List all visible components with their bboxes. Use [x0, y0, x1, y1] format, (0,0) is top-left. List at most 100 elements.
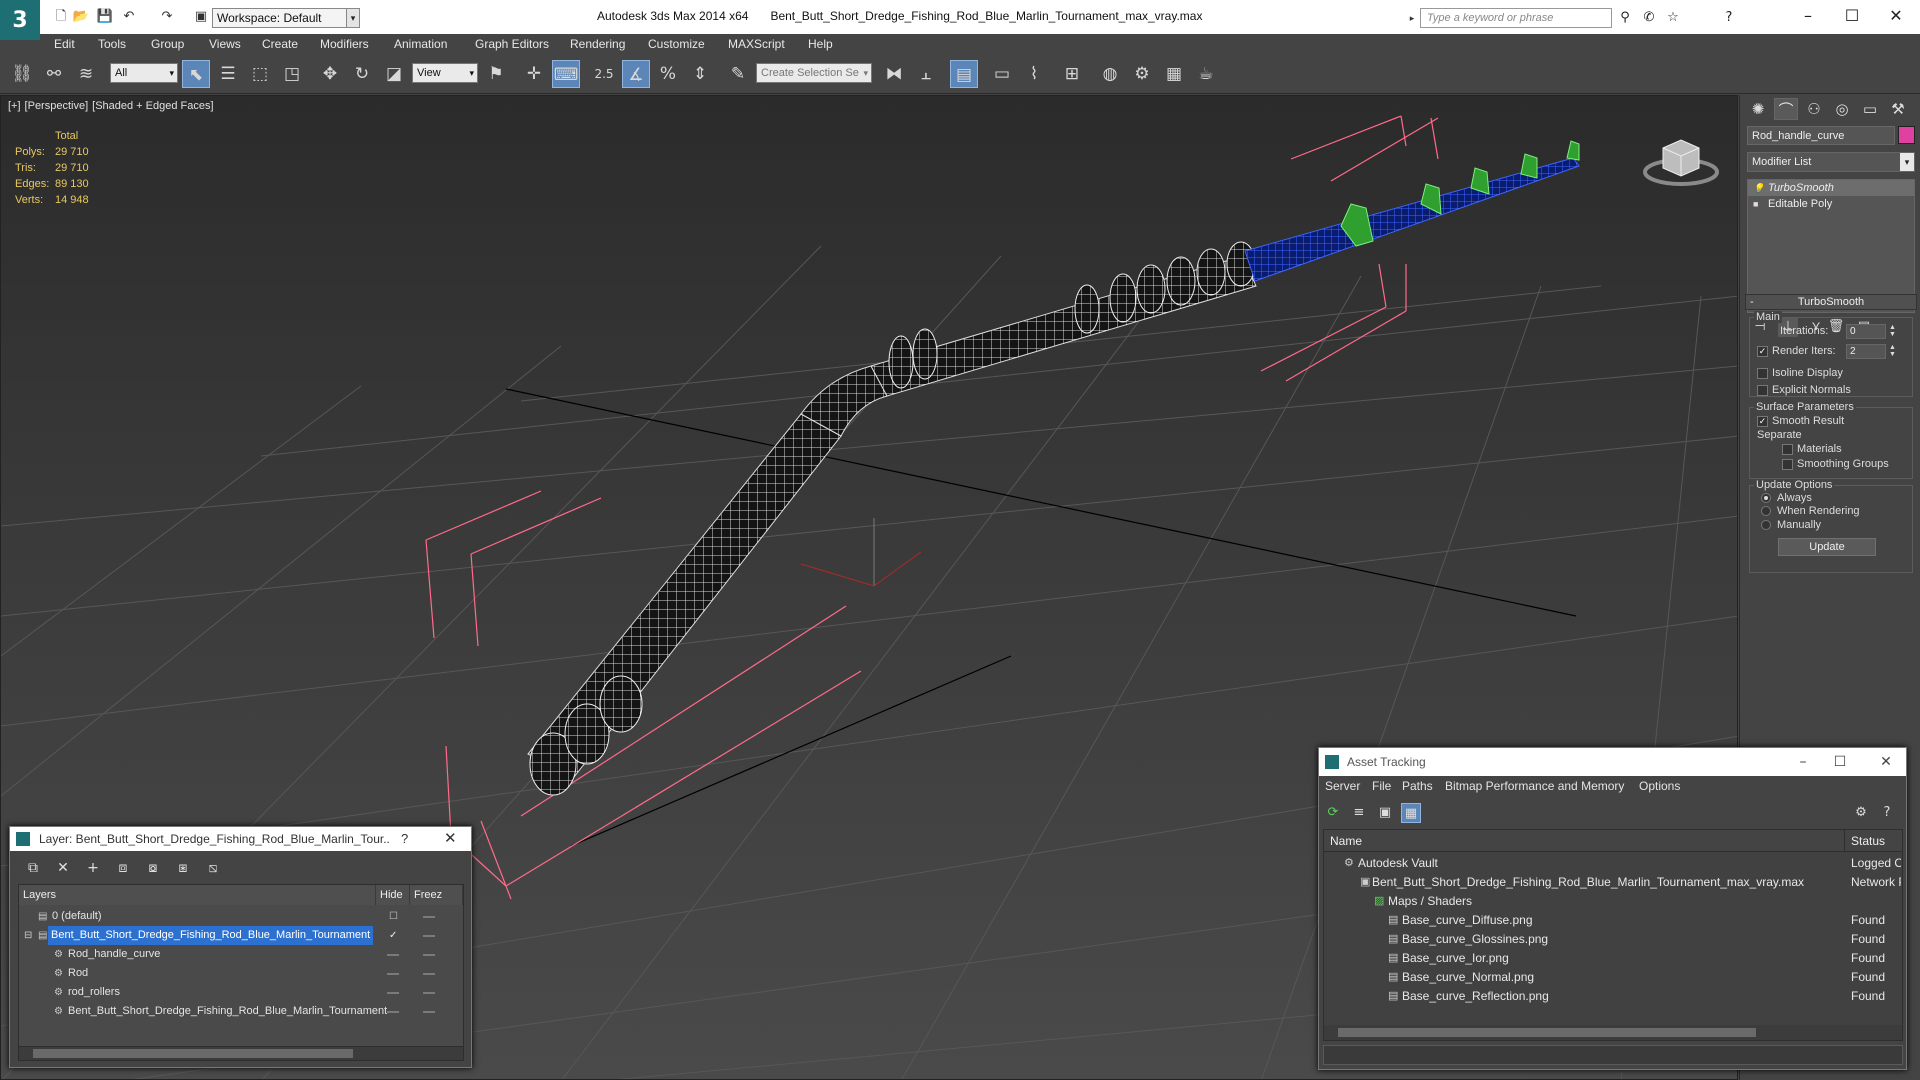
render-iters-checkbox[interactable]: ✓ — [1757, 346, 1768, 357]
menu-server[interactable]: Server — [1325, 779, 1360, 793]
menu-edit[interactable]: Edit — [54, 34, 75, 54]
select-objects-in-layer-icon[interactable]: ⧈ — [112, 858, 134, 878]
open-file-icon[interactable]: 📂 — [72, 9, 90, 25]
refresh-icon[interactable]: ⟳ — [1323, 803, 1343, 823]
layer-row[interactable]: ⊟ ▤ Bent_Butt_Short_Dredge_Fishing_Rod_B… — [19, 926, 463, 945]
stack-item-turbosmooth[interactable]: 💡 TurboSmooth — [1748, 180, 1914, 196]
hide-unhide-all-icon[interactable]: ⧆ — [172, 858, 194, 878]
help-button[interactable]: ? — [401, 831, 408, 846]
communication-center-icon[interactable]: ✆ — [1640, 9, 1658, 27]
horizontal-scrollbar[interactable] — [1324, 1025, 1902, 1040]
percent-snap-icon[interactable]: % — [654, 60, 682, 88]
display-tab-icon[interactable]: ▭ — [1858, 98, 1882, 120]
checkmark-icon[interactable]: ✓ — [389, 926, 397, 945]
spinner-snap-icon[interactable]: ⇕ — [686, 60, 714, 88]
select-manipulate-icon[interactable]: ✛ — [520, 60, 548, 88]
asset-row[interactable]: ▤ Base_curve_Glossines.png Found — [1324, 930, 1902, 949]
delete-layer-icon[interactable]: ✕ — [52, 858, 74, 878]
highlight-selected-icon[interactable]: ⧇ — [142, 858, 164, 878]
select-by-name-icon[interactable]: ☰ — [214, 60, 242, 88]
move-icon[interactable]: ✥ — [316, 60, 344, 88]
link-icon[interactable]: ⛓ — [8, 60, 36, 88]
hide-toggle[interactable] — [387, 1011, 399, 1013]
modifier-list-dropdown[interactable]: Modifier List ▾ — [1747, 152, 1915, 172]
help-icon[interactable]: ? — [1720, 9, 1738, 27]
layer-manager-icon[interactable]: ▤ — [950, 60, 978, 88]
asset-path-field[interactable] — [1323, 1045, 1903, 1065]
graphite-ribbon-icon[interactable]: ▭ — [988, 60, 1016, 88]
asset-row[interactable]: ▣ Bent_Butt_Short_Dredge_Fishing_Rod_Blu… — [1324, 873, 1902, 892]
bind-space-warp-icon[interactable]: ≋ — [72, 60, 100, 88]
smoothing-groups-checkbox[interactable] — [1782, 459, 1793, 470]
reference-coordinate-dropdown[interactable]: View ▾ — [412, 63, 478, 83]
isoline-display-checkbox[interactable] — [1757, 368, 1768, 379]
window-crossing-icon[interactable]: ◳ — [278, 60, 306, 88]
asset-dialog-titlebar[interactable]: Asset Tracking – ☐ ✕ — [1319, 748, 1906, 776]
freeze-toggle[interactable] — [423, 1011, 435, 1013]
render-production-icon[interactable]: ☕ — [1192, 60, 1220, 88]
rotate-icon[interactable]: ↻ — [348, 60, 376, 88]
list-view-icon[interactable]: ≡ — [1349, 803, 1369, 823]
modifier-stack[interactable]: 💡 TurboSmooth ■ Editable Poly — [1747, 179, 1915, 313]
layer-row[interactable]: ⚙ Bent_Butt_Short_Dredge_Fishing_Rod_Blu… — [19, 1002, 463, 1021]
freeze-toggle[interactable] — [423, 992, 435, 994]
scrollbar-thumb[interactable] — [1338, 1028, 1756, 1037]
menu-options[interactable]: Options — [1639, 779, 1680, 793]
menu-create[interactable]: Create — [262, 34, 298, 54]
hide-toggle[interactable] — [387, 954, 399, 956]
maximize-button[interactable]: ☐ — [1834, 4, 1870, 28]
table-view-icon[interactable]: ▦ — [1401, 803, 1421, 823]
asset-row[interactable]: ⚙ Autodesk Vault Logged Ou — [1324, 854, 1902, 873]
freeze-toggle[interactable] — [423, 954, 435, 956]
binoculars-icon[interactable]: ⚲ — [1616, 9, 1634, 27]
hierarchy-tab-icon[interactable]: ⚇ — [1802, 98, 1826, 120]
stack-item-editable-poly[interactable]: ■ Editable Poly — [1748, 196, 1914, 212]
scale-icon[interactable]: ◪ — [380, 60, 408, 88]
project-folder-icon[interactable]: ▣ — [192, 9, 210, 25]
turbosmooth-rollout-header[interactable]: - TurboSmooth — [1745, 294, 1917, 310]
collapse-icon[interactable]: ⊟ — [24, 926, 32, 945]
name-column-header[interactable]: Name — [1324, 830, 1845, 852]
menu-bitmap-performance[interactable]: Bitmap Performance and Memory — [1445, 779, 1624, 793]
selection-filter-dropdown[interactable]: All ▾ — [110, 63, 178, 83]
unlink-icon[interactable]: ⚯ — [40, 60, 68, 88]
smooth-result-checkbox[interactable]: ✓ — [1757, 416, 1768, 427]
viewport-label[interactable]: [+] [Perspective] [Shaded + Edged Faces] — [8, 100, 218, 112]
curve-editor-icon[interactable]: ⌇ — [1020, 60, 1048, 88]
expand-icon[interactable]: ■ — [1753, 199, 1763, 209]
hide-toggle[interactable] — [387, 973, 399, 975]
infocenter-search-input[interactable]: Type a keyword or phrase — [1420, 8, 1612, 28]
material-editor-icon[interactable]: ◍ — [1096, 60, 1124, 88]
maximize-button[interactable]: ☐ — [1825, 750, 1855, 774]
minimize-button[interactable]: – — [1790, 4, 1826, 28]
create-tab-icon[interactable]: ✺ — [1746, 98, 1770, 120]
menu-modifiers[interactable]: Modifiers — [320, 34, 369, 54]
menu-tools[interactable]: Tools — [98, 34, 126, 54]
layer-row[interactable]: ⚙ Rod_handle_curve — [19, 945, 463, 964]
undo-icon[interactable]: ↶ — [120, 9, 138, 25]
layers-column-header[interactable]: Layers — [19, 885, 376, 905]
menu-maxscript[interactable]: MAXScript — [728, 34, 785, 54]
menu-rendering[interactable]: Rendering — [570, 34, 625, 54]
spinner-arrows-icon[interactable]: ▲ ▼ — [1888, 324, 1897, 339]
named-selection-set-dropdown[interactable]: Create Selection Se ▾ — [756, 63, 872, 83]
align-icon[interactable]: ⫠ — [912, 60, 940, 88]
manually-radio[interactable] — [1761, 520, 1771, 530]
asset-row[interactable]: ▤ Base_curve_Diffuse.png Found — [1324, 911, 1902, 930]
schematic-view-icon[interactable]: ⊞ — [1058, 60, 1086, 88]
hide-column-header[interactable]: Hide — [376, 885, 410, 905]
new-file-icon[interactable]: 🗋 — [52, 9, 70, 25]
workspace-dropdown[interactable]: Workspace: Default ▾ — [212, 8, 358, 28]
update-button[interactable]: Update — [1778, 538, 1876, 556]
layer-row[interactable]: ⚙ Rod — [19, 964, 463, 983]
freeze-toggle[interactable] — [423, 916, 435, 918]
status-column-header[interactable]: Status — [1845, 830, 1902, 852]
keyboard-shortcut-override-icon[interactable]: ⌨ — [552, 60, 580, 88]
menu-views[interactable]: Views — [209, 34, 241, 54]
add-to-layer-icon[interactable]: + — [82, 858, 104, 878]
menu-graph-editors[interactable]: Graph Editors — [475, 34, 549, 54]
pivot-center-icon[interactable]: ⚑ — [482, 60, 510, 88]
close-button[interactable]: ✕ — [444, 829, 457, 847]
freeze-column-header[interactable]: Freez — [410, 885, 463, 905]
quick-access-customize-button[interactable]: ▾ — [346, 8, 360, 28]
